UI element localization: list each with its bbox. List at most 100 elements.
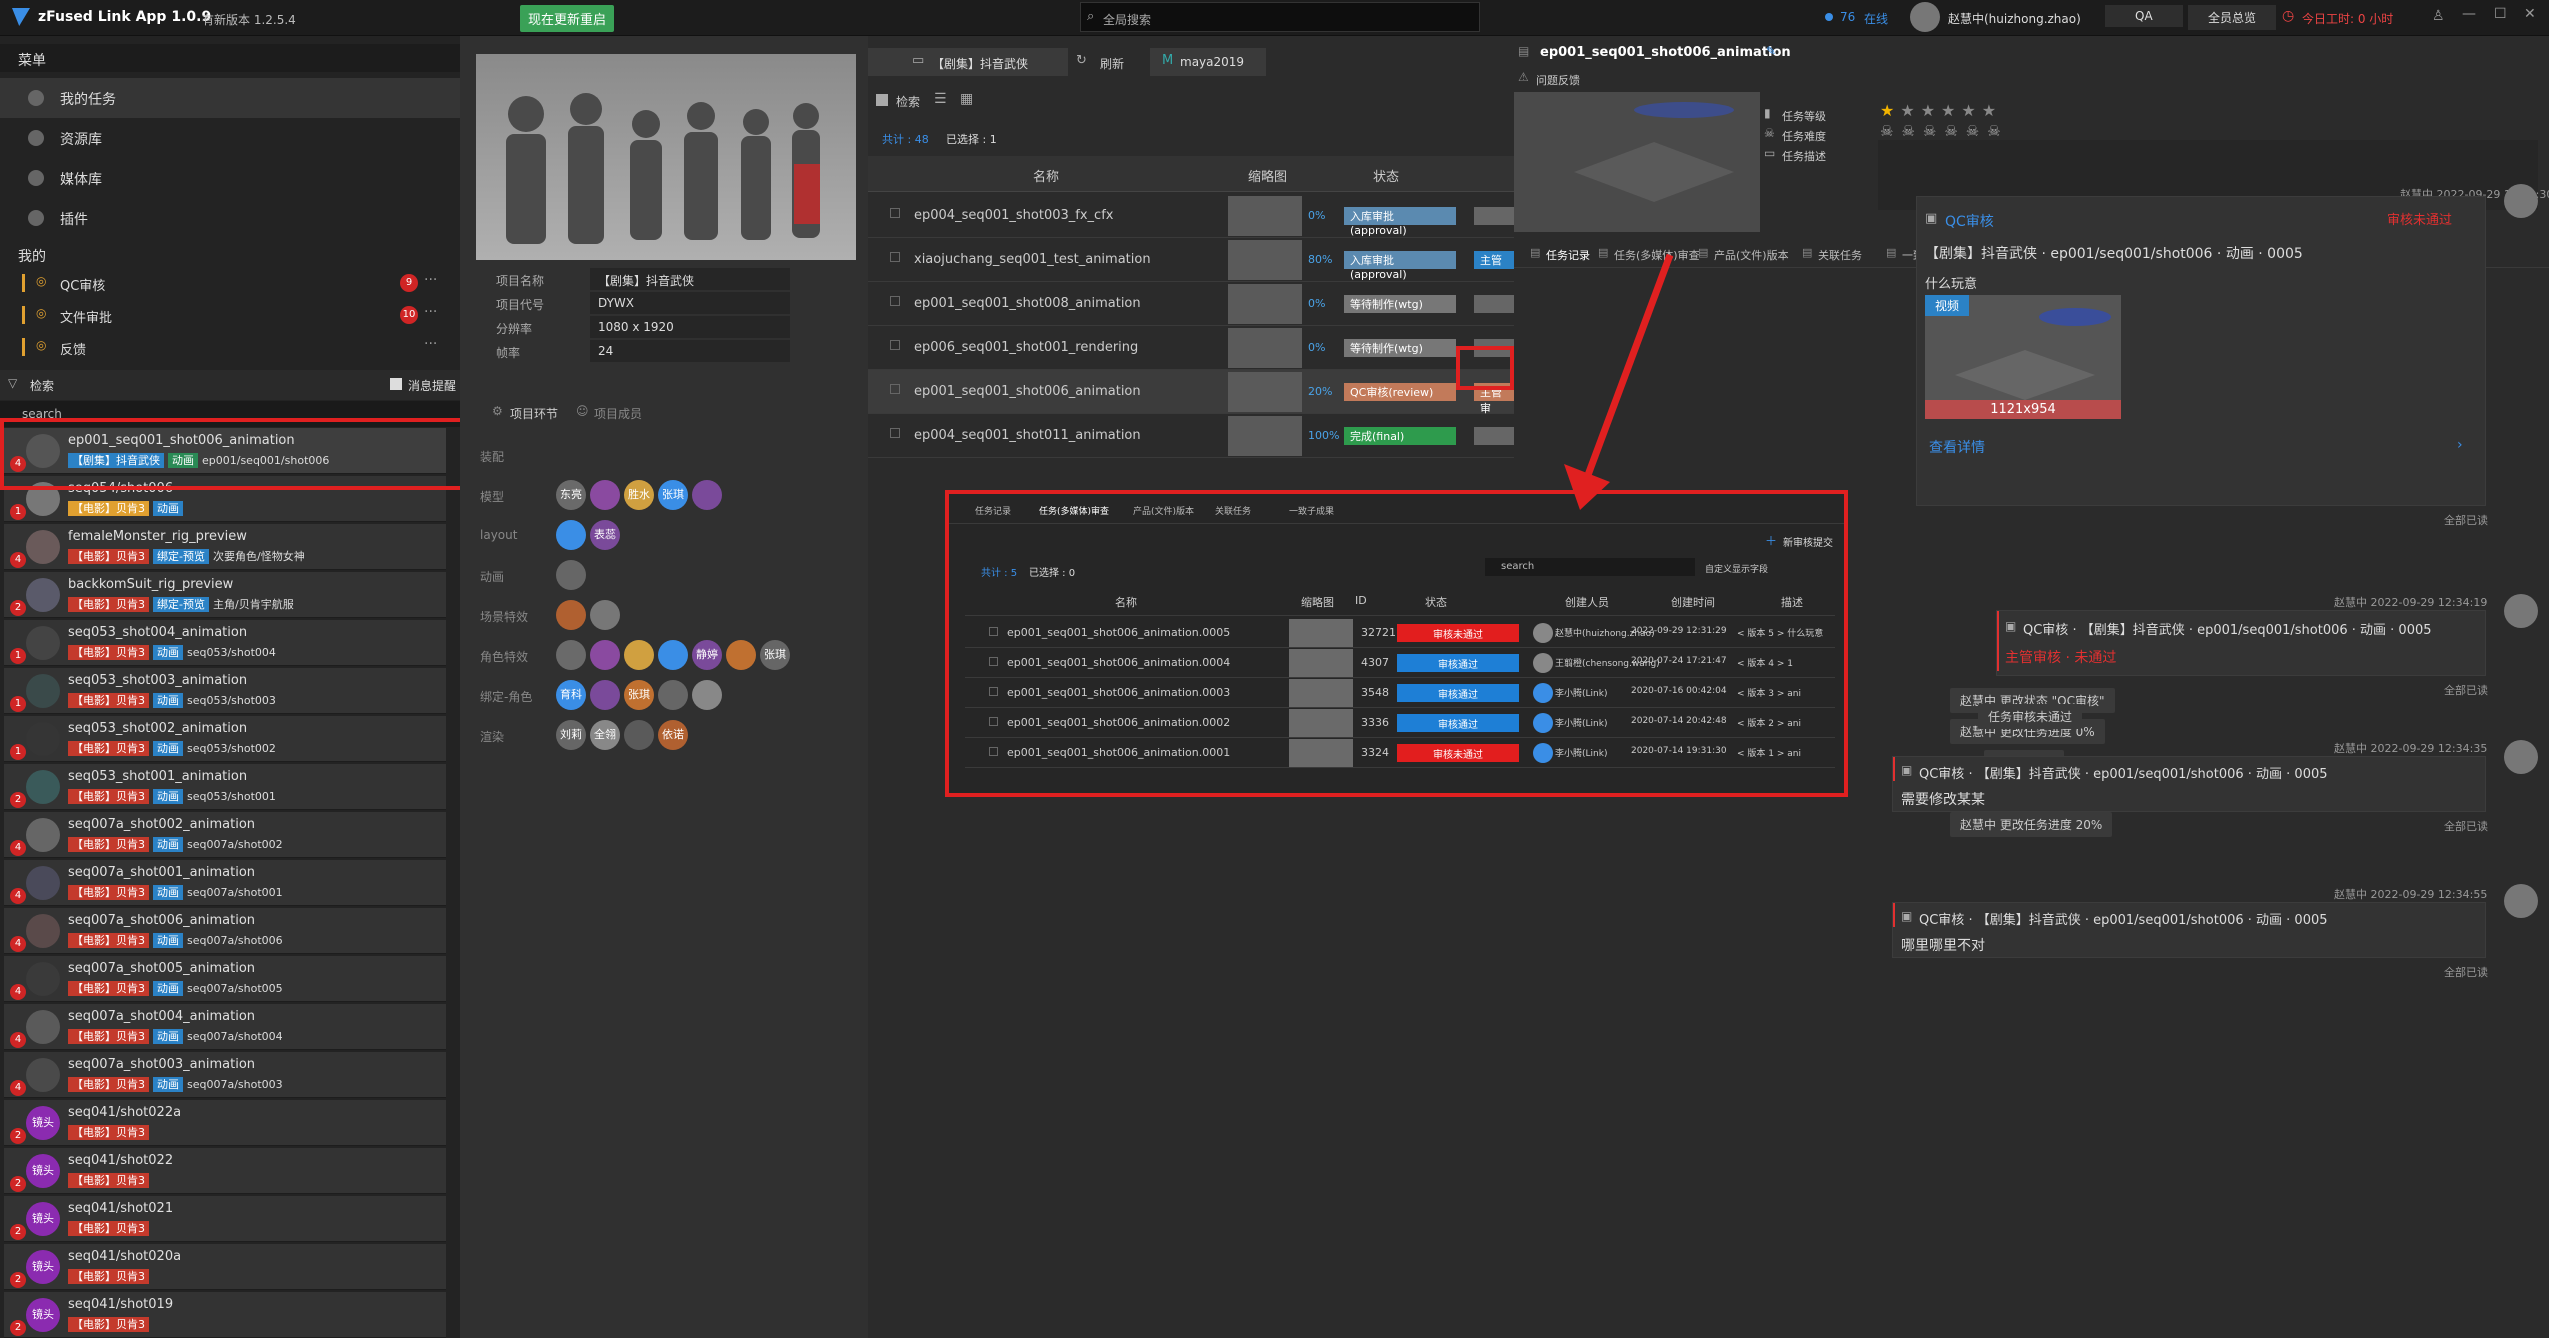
overlay-row-checkbox[interactable]: [989, 627, 998, 636]
header-name[interactable]: 名称: [1033, 166, 1059, 185]
close-icon[interactable]: ✕: [2524, 6, 2536, 22]
new-review-button[interactable]: 新审核提交: [1783, 534, 1833, 549]
view-more-link[interactable]: 查看详情: [1929, 437, 1985, 457]
overlay-row-thumbnail[interactable]: [1289, 739, 1353, 767]
star-icon[interactable]: ★: [1961, 101, 1975, 120]
member-avatar[interactable]: [556, 560, 586, 590]
overlay-header-col[interactable]: 缩略图: [1301, 594, 1334, 610]
member-avatar[interactable]: [692, 680, 722, 710]
member-avatar[interactable]: 表蕊: [590, 520, 620, 550]
member-avatar[interactable]: 东亮: [556, 480, 586, 510]
row-thumbnail[interactable]: [1228, 328, 1302, 368]
user-avatar[interactable]: [1910, 2, 1940, 32]
overlay-row[interactable]: ep001_seq001_shot006_animation.0004 4307 审…: [965, 648, 1835, 678]
member-avatar[interactable]: [692, 480, 722, 510]
member-avatar[interactable]: 刘莉: [556, 720, 586, 750]
row-thumbnail[interactable]: [1228, 416, 1302, 456]
overlay-header-col[interactable]: 名称: [1115, 594, 1137, 610]
overlay-tab-3[interactable]: 关联任务: [1215, 504, 1251, 517]
row-checkbox[interactable]: [890, 384, 900, 394]
overlay-header-col[interactable]: 状态: [1425, 594, 1447, 610]
mine-item-0[interactable]: ◎ QC审核 9 ···: [0, 268, 460, 298]
overlay-tab-4[interactable]: 一致子成果: [1289, 504, 1334, 517]
task-item[interactable]: 4 seq007a_shot001_animation 【电影】贝肯3 动画 seq00…: [4, 860, 446, 906]
filter-toggle-icon[interactable]: [876, 94, 888, 106]
notify-label[interactable]: 消息提醒: [408, 377, 456, 394]
task-item[interactable]: 1 seq053_shot003_animation 【电影】贝肯3 动画 seq053…: [4, 668, 446, 714]
overlay-row-checkbox[interactable]: [989, 747, 998, 756]
notify-checkbox[interactable]: [390, 378, 402, 390]
task-item[interactable]: 4 femaleMonster_rig_preview 【电影】贝肯3 绑定-预览 次要…: [4, 524, 446, 570]
difficulty-skulls[interactable]: ☠☠☠☠☠☠: [1880, 122, 2009, 140]
tasklist-row[interactable]: xiaojuchang_seq001_test_animation 80% 入库审批…: [868, 238, 1514, 282]
sidebar-menu-item-2[interactable]: 媒体库: [0, 158, 460, 198]
member-avatar[interactable]: [726, 640, 756, 670]
task-item[interactable]: 4 seq007a_shot002_animation 【电影】贝肯3 动画 seq00…: [4, 812, 446, 858]
card1-video-thumb[interactable]: 视频 1121x954: [1925, 295, 2121, 419]
user-name[interactable]: 赵慧中(huizhong.zhao): [1948, 10, 2081, 27]
star-icon[interactable]: ★: [1941, 101, 1955, 120]
overlay-row-checkbox[interactable]: [989, 717, 998, 726]
tasklist-row[interactable]: ep006_seq001_shot001_rendering 0% 等待制作(wtg…: [868, 326, 1514, 370]
task-item[interactable]: 1 seq053_shot002_animation 【电影】贝肯3 动画 seq053…: [4, 716, 446, 762]
prop-value[interactable]: 【剧集】抖音武侠: [590, 268, 790, 290]
overlay-search-input[interactable]: search: [1485, 558, 1695, 576]
member-avatar[interactable]: [658, 680, 688, 710]
row-checkbox[interactable]: [890, 428, 900, 438]
task-item[interactable]: 镜头 2 seq041/shot022 【电影】贝肯3: [4, 1148, 446, 1194]
mine-item-2[interactable]: ◎ 反馈 ···: [0, 332, 460, 362]
tasklist-row[interactable]: ep004_seq001_shot003_fx_cfx 0% 入库审批(approv…: [868, 194, 1514, 238]
member-avatar[interactable]: 张琪: [658, 480, 688, 510]
overlay-header-col[interactable]: 创建时间: [1671, 594, 1715, 610]
row-checkbox[interactable]: [890, 296, 900, 306]
update-button[interactable]: 现在更新重启: [520, 5, 615, 32]
star-icon[interactable]: ★: [1921, 101, 1935, 120]
task-item[interactable]: 镜头 2 seq041/shot019 【电影】贝肯3: [4, 1292, 446, 1338]
more-icon[interactable]: ···: [424, 272, 437, 288]
member-avatar[interactable]: [590, 600, 620, 630]
task-item[interactable]: 4 seq007a_shot006_animation 【电影】贝肯3 动画 seq00…: [4, 908, 446, 954]
task-item[interactable]: 2 seq053_shot001_animation 【电影】贝肯3 动画 seq053…: [4, 764, 446, 810]
star-icon[interactable]: ★: [1982, 101, 1996, 120]
task-item[interactable]: 镜头 2 seq041/shot022a 【电影】贝肯3: [4, 1100, 446, 1146]
star-icon[interactable]: ★: [1900, 101, 1914, 120]
detail-tab-3[interactable]: 关联任务: [1818, 247, 1862, 263]
overlay-tab-1[interactable]: 任务(多媒体)审查: [1039, 504, 1109, 517]
member-avatar[interactable]: 静婷: [692, 640, 722, 670]
member-avatar[interactable]: [624, 640, 654, 670]
row-status[interactable]: QC审核(review): [1344, 383, 1456, 401]
member-avatar[interactable]: 全翎: [590, 720, 620, 750]
overlay-row-checkbox[interactable]: [989, 687, 998, 696]
tasklist-row[interactable]: ep001_seq001_shot006_animation 20% QC审核(re…: [868, 370, 1514, 415]
member-avatar[interactable]: [590, 640, 620, 670]
role-button[interactable]: QA: [2105, 5, 2183, 27]
chat-icon[interactable]: ✎: [1766, 44, 1776, 58]
row-status[interactable]: 入库审批(approval): [1344, 251, 1456, 281]
member-avatar[interactable]: [590, 480, 620, 510]
tasklist-row[interactable]: ep001_seq001_shot008_animation 0% 等待制作(wtg…: [868, 282, 1514, 326]
view-more-arrow-icon[interactable]: ›: [2457, 437, 2463, 453]
mine-item-1[interactable]: ◎ 文件审批 10 ···: [0, 300, 460, 330]
shirt-icon[interactable]: ♙: [2432, 8, 2445, 24]
sidebar-menu-item-1[interactable]: 资源库: [0, 118, 460, 158]
member-avatar[interactable]: 育科: [556, 680, 586, 710]
overlay-row[interactable]: ep001_seq001_shot006_animation.0005 32721…: [965, 618, 1835, 648]
star-icon[interactable]: ★: [1880, 101, 1894, 120]
task-item[interactable]: 镜头 2 seq041/shot020a 【电影】贝肯3: [4, 1244, 446, 1290]
tasklist-row[interactable]: ep004_seq001_shot011_animation 100% 完成(fin…: [868, 414, 1514, 458]
member-avatar[interactable]: [624, 720, 654, 750]
minimize-icon[interactable]: —: [2462, 6, 2476, 22]
grid-view-icon[interactable]: ▦: [960, 91, 973, 107]
row-status[interactable]: 入库审批(approval): [1344, 207, 1456, 237]
list-view-icon[interactable]: ☰: [934, 91, 947, 107]
overlay-header-col[interactable]: ID: [1355, 594, 1367, 607]
tab-project-members[interactable]: 项目成员: [594, 405, 642, 422]
overlay-tab-0[interactable]: 任务记录: [975, 504, 1011, 517]
member-avatar[interactable]: [658, 640, 688, 670]
detail-tab-2[interactable]: 产品(文件)版本: [1714, 247, 1789, 263]
new-review-icon[interactable]: ＋: [1765, 532, 1777, 549]
refresh-icon[interactable]: ↻: [1076, 53, 1087, 68]
row-status[interactable]: 等待制作(wtg): [1344, 339, 1456, 357]
detail-thumbnail[interactable]: [1514, 92, 1760, 232]
overlay-row-thumbnail[interactable]: [1289, 679, 1353, 707]
